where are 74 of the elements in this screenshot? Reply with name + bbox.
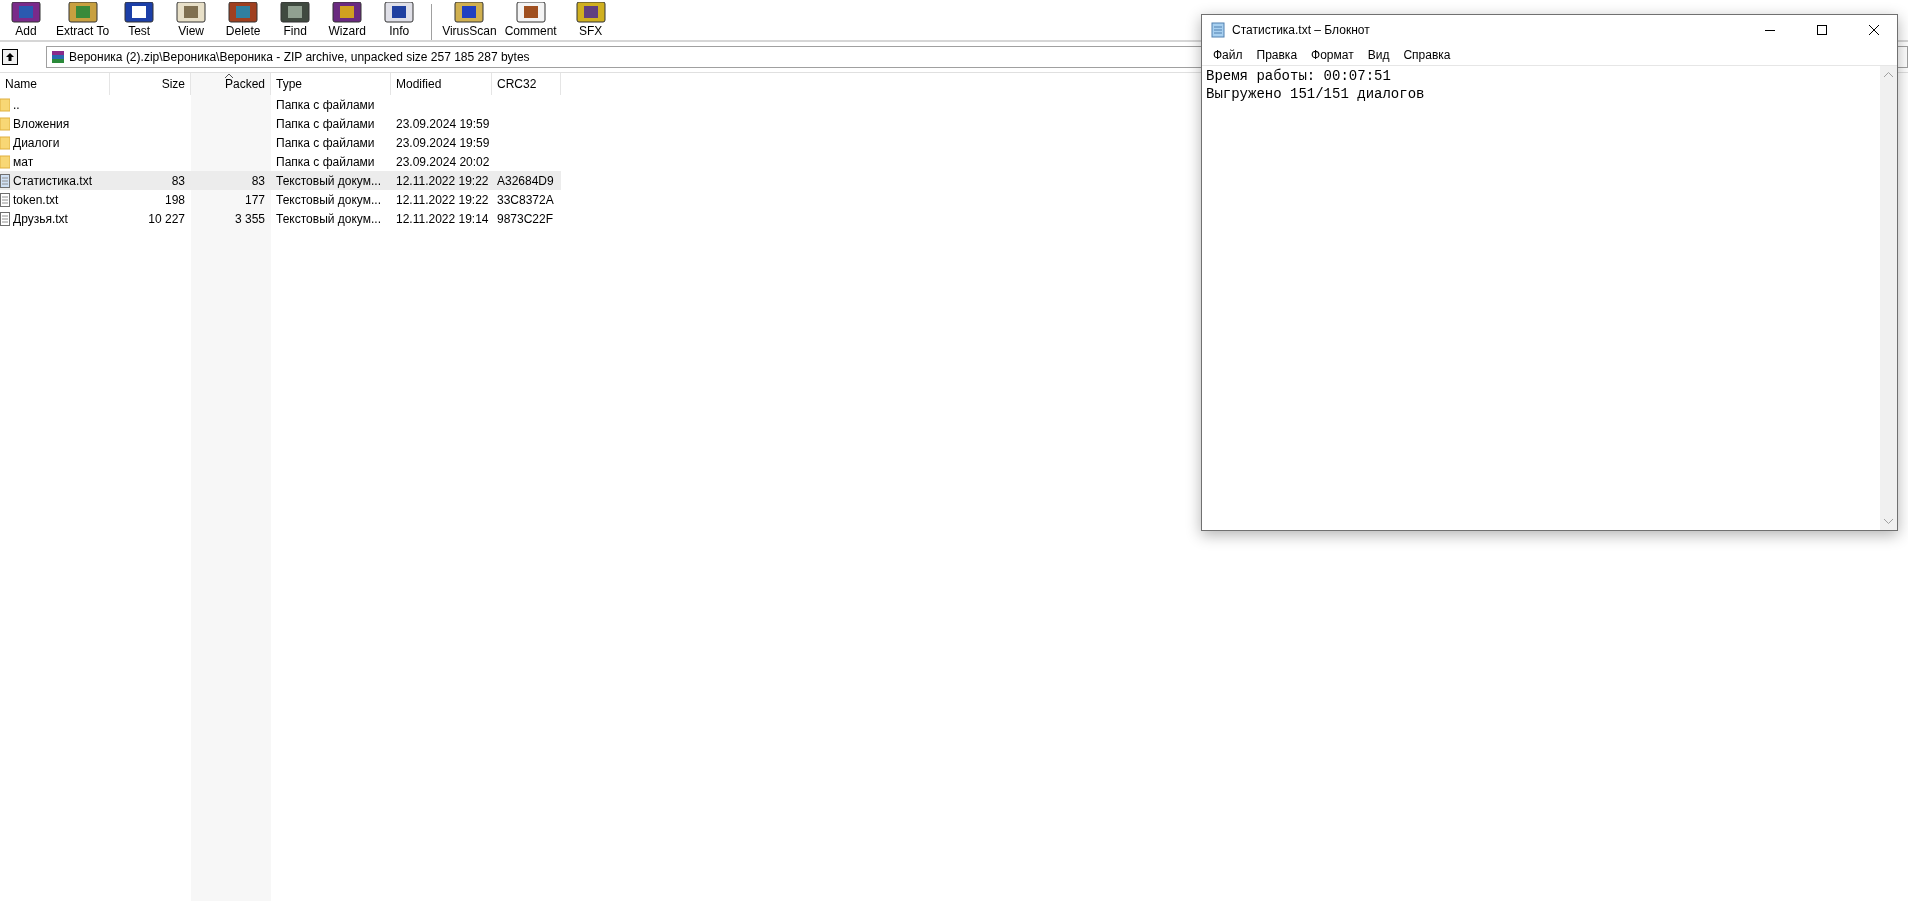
- table-cell: 83: [171, 173, 185, 188]
- table-cell: 23.09.2024 19:59: [396, 116, 490, 131]
- table-cell: 3 355: [234, 211, 265, 226]
- table-cell: Статистика.txt: [13, 173, 93, 188]
- table-cell: token.txt: [13, 192, 59, 207]
- table-cell: Папка с файлами: [276, 116, 375, 131]
- column-header[interactable]: CRC32: [492, 73, 561, 95]
- sort-caret-icon: [225, 73, 233, 78]
- column-header[interactable]: Size: [110, 73, 191, 95]
- column-header[interactable]: Name: [0, 73, 110, 95]
- window-title: Статистика.txt – Блокнот: [1232, 23, 1371, 37]
- toolbar-button[interactable]: Add: [0, 0, 52, 40]
- column-header[interactable]: Type: [271, 73, 391, 95]
- menu-item[interactable]: Файл: [1206, 48, 1250, 62]
- table-cell: 83: [251, 173, 265, 188]
- file-row[interactable]: token.txt 198 177 Текстовый докум... 12.11.2022 19:22 33C8372A: [0, 190, 561, 209]
- table-cell: 12.11.2022 19:14: [396, 211, 489, 226]
- file-row[interactable]: .. Папка с файлами: [0, 95, 561, 114]
- menu-item[interactable]: Справка: [1396, 48, 1458, 62]
- up-arrow-icon: [5, 52, 15, 62]
- table-cell: 12.11.2022 19:22: [396, 173, 489, 188]
- column-header[interactable]: Modified: [391, 73, 492, 95]
- toolbar-button[interactable]: Find: [269, 0, 322, 40]
- table-cell: 23.09.2024 19:59: [396, 135, 490, 150]
- table-cell: Вложения: [13, 116, 70, 131]
- document-icon: [0, 173, 10, 188]
- notepad-icon: [1210, 22, 1226, 38]
- toolbar-button[interactable]: Test: [113, 0, 166, 40]
- archive-icon: [51, 50, 65, 64]
- table-cell: 10 227: [148, 211, 185, 226]
- table-cell: A32684D9: [497, 173, 554, 188]
- text-line: Выгружено 151/151 диалогов: [1206, 85, 1426, 103]
- table-cell: Текстовый докум...: [276, 211, 381, 226]
- menu-item[interactable]: Вид: [1360, 48, 1397, 62]
- menu-item[interactable]: Правка: [1249, 48, 1305, 62]
- text-editor[interactable]: Время работы: 00:07:51 Выгружено 151/151 диалогов: [1202, 66, 1880, 530]
- file-row[interactable]: Статистика.txt 83 83 Текстовый докум... 12.11.2022 19:22 A32684D9: [0, 171, 561, 190]
- minimize-icon: [1765, 29, 1775, 31]
- table-cell: 23.09.2024 20:02: [396, 154, 490, 169]
- up-folder-button[interactable]: [2, 49, 18, 65]
- toolbar-button[interactable]: SFX: [560, 0, 621, 40]
- table-cell: Текстовый докум...: [276, 173, 381, 188]
- text-line: Время работы: 00:07:51: [1206, 67, 1392, 85]
- table-cell: Диалоги: [13, 135, 60, 150]
- table-cell: Папка с файлами: [276, 154, 375, 169]
- file-row[interactable]: мат Папка с файлами 23.09.2024 20:02: [0, 152, 561, 171]
- toolbar-button[interactable]: View: [165, 0, 218, 40]
- file-row[interactable]: Диалоги Папка с файлами 23.09.2024 19:59: [0, 133, 561, 152]
- table-cell: 9873C22F: [497, 211, 554, 226]
- toolbar-button[interactable]: Extract To: [52, 0, 114, 40]
- chevron-up-icon: [1884, 72, 1893, 77]
- column-header[interactable]: Packed: [191, 73, 271, 95]
- table-cell: мат: [13, 154, 34, 169]
- toolbar-button[interactable]: Comment: [500, 0, 561, 40]
- toolbar-button[interactable]: Info: [373, 0, 426, 40]
- toolbar-button[interactable]: Wizard: [321, 0, 374, 40]
- chevron-down-icon: [1884, 519, 1893, 524]
- table-cell: 198: [164, 192, 185, 207]
- table-cell: 33C8372A: [497, 192, 554, 207]
- table-cell: 177: [244, 192, 265, 207]
- scrollbar[interactable]: [1880, 66, 1897, 530]
- table-cell: Друзья.txt: [13, 211, 68, 226]
- table-cell: 12.11.2022 19:22: [396, 192, 489, 207]
- table-cell: Папка с файлами: [276, 135, 375, 150]
- menu-item[interactable]: Формат: [1304, 48, 1361, 62]
- table-cell: ..: [13, 97, 20, 112]
- toolbar-button[interactable]: VirusScan: [438, 0, 501, 40]
- table-cell: Папка с файлами: [276, 97, 375, 112]
- table-cell: Текстовый докум...: [276, 192, 381, 207]
- toolbar-button[interactable]: Delete: [217, 0, 270, 40]
- file-row[interactable]: Вложения Папка с файлами 23.09.2024 19:59: [0, 114, 561, 133]
- maximize-icon: [1817, 25, 1827, 35]
- close-icon: [1869, 25, 1879, 35]
- file-row[interactable]: Друзья.txt 10 227 3 355 Текстовый докум... 12.11.2022 19:14 9873C22F: [0, 209, 561, 228]
